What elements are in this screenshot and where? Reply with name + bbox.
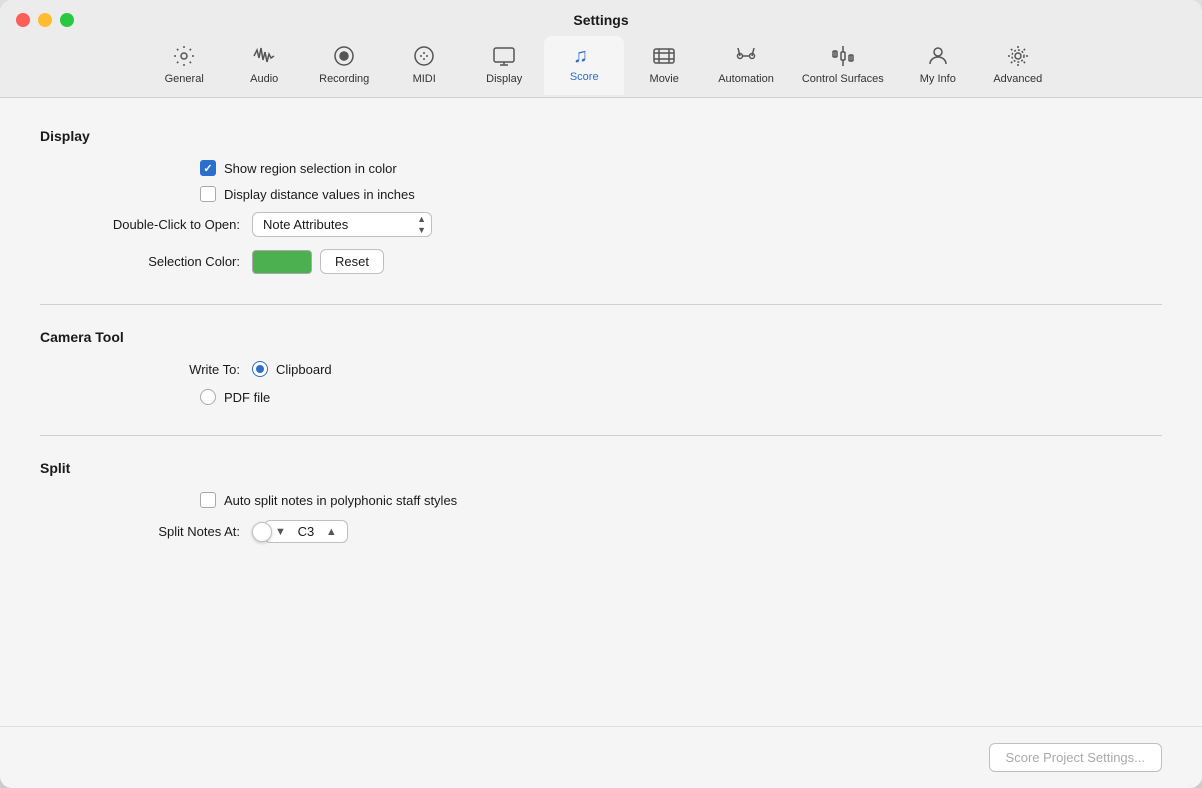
gear-icon: [172, 44, 196, 68]
auto-split-checkbox[interactable]: [200, 492, 216, 508]
divider-2: [40, 435, 1162, 436]
selection-color-row: Selection Color: Reset: [40, 249, 1162, 274]
tab-audio[interactable]: Audio: [224, 36, 304, 95]
tab-score-label: Score: [570, 71, 599, 83]
score-icon: ♫: [571, 44, 597, 66]
split-notes-row: Split Notes At: ▼ C3 ▲: [40, 520, 1162, 543]
display-section-title: Display: [40, 128, 1162, 144]
tab-movie-label: Movie: [650, 73, 679, 85]
my-info-icon: [926, 44, 950, 68]
clipboard-radio-row: Clipboard: [252, 361, 332, 377]
split-stepper: ▼ C3 ▲: [264, 520, 348, 543]
tab-automation-label: Automation: [718, 73, 774, 85]
stepper-value: C3: [294, 524, 318, 539]
tab-control-surfaces[interactable]: Control Surfaces: [788, 36, 898, 95]
tab-midi[interactable]: MIDI: [384, 36, 464, 95]
split-slider-container: ▼ C3 ▲: [252, 520, 348, 543]
advanced-icon: [1006, 44, 1030, 68]
display-icon: [492, 44, 516, 68]
tab-advanced[interactable]: Advanced: [978, 36, 1058, 95]
pdf-label: PDF file: [224, 390, 270, 405]
tab-display-label: Display: [486, 73, 522, 85]
split-section-title: Split: [40, 460, 1162, 476]
recording-icon: [332, 44, 356, 68]
clipboard-radio[interactable]: [252, 361, 268, 377]
auto-split-label: Auto split notes in polyphonic staff sty…: [224, 493, 457, 508]
window-title: Settings: [16, 12, 1186, 28]
reset-button[interactable]: Reset: [320, 249, 384, 274]
audio-icon: [252, 44, 276, 68]
tab-display[interactable]: Display: [464, 36, 544, 95]
pdf-radio-row: PDF file: [40, 389, 1162, 405]
tab-general[interactable]: General: [144, 36, 224, 95]
show-region-color-row: Show region selection in color: [40, 160, 1162, 176]
tab-score[interactable]: ♫ Score: [544, 36, 624, 95]
toolbar: General Audio Recordi: [16, 36, 1186, 97]
tab-my-info[interactable]: My Info: [898, 36, 978, 95]
project-settings-button[interactable]: Score Project Settings...: [989, 743, 1162, 772]
write-to-row: Write To: Clipboard: [40, 361, 1162, 377]
tab-my-info-label: My Info: [920, 73, 956, 85]
tab-control-surfaces-label: Control Surfaces: [802, 73, 884, 85]
double-click-row: Double-Click to Open: Note Attributes Ev…: [40, 212, 1162, 237]
footer: Score Project Settings...: [0, 726, 1202, 788]
double-click-select-wrapper: Note Attributes Event Editor Piano Roll …: [252, 212, 432, 237]
color-swatch[interactable]: [252, 250, 312, 274]
settings-window: Settings General: [0, 0, 1202, 788]
display-distance-label: Display distance values in inches: [224, 187, 415, 202]
camera-tool-section: Camera Tool Write To: Clipboard PDF file: [40, 329, 1162, 405]
svg-text:♫: ♫: [573, 45, 588, 66]
movie-icon: [652, 44, 676, 68]
camera-tool-title: Camera Tool: [40, 329, 1162, 345]
display-section: Display Show region selection in color D…: [40, 128, 1162, 274]
stepper-up-button[interactable]: ▲: [324, 526, 339, 538]
tab-recording[interactable]: Recording: [304, 36, 384, 95]
maximize-button[interactable]: [60, 13, 74, 27]
automation-icon: [734, 44, 758, 68]
double-click-label: Double-Click to Open:: [40, 217, 240, 232]
title-bar: Settings General: [0, 0, 1202, 98]
tab-recording-label: Recording: [319, 73, 369, 85]
clipboard-label: Clipboard: [276, 362, 332, 377]
split-section: Split Auto split notes in polyphonic sta…: [40, 460, 1162, 543]
tab-advanced-label: Advanced: [993, 73, 1042, 85]
display-distance-row: Display distance values in inches: [40, 186, 1162, 202]
tab-automation[interactable]: Automation: [704, 36, 788, 95]
close-button[interactable]: [16, 13, 30, 27]
display-distance-checkbox[interactable]: [200, 186, 216, 202]
show-region-color-label: Show region selection in color: [224, 161, 397, 176]
double-click-select[interactable]: Note Attributes Event Editor Piano Roll: [252, 212, 432, 237]
minimize-button[interactable]: [38, 13, 52, 27]
midi-icon: [412, 44, 436, 68]
tab-midi-label: MIDI: [413, 73, 436, 85]
pdf-radio[interactable]: [200, 389, 216, 405]
stepper-down-button[interactable]: ▼: [273, 526, 288, 538]
show-region-color-checkbox[interactable]: [200, 160, 216, 176]
auto-split-row: Auto split notes in polyphonic staff sty…: [40, 492, 1162, 508]
write-to-label: Write To:: [40, 362, 240, 377]
tab-general-label: General: [165, 73, 204, 85]
control-surfaces-icon: [831, 44, 855, 68]
window-controls: [16, 13, 74, 27]
divider-1: [40, 304, 1162, 305]
split-slider-thumb[interactable]: [252, 522, 272, 542]
split-notes-label: Split Notes At:: [40, 524, 240, 539]
tab-movie[interactable]: Movie: [624, 36, 704, 95]
selection-color-label: Selection Color:: [40, 254, 240, 269]
content-area: Display Show region selection in color D…: [0, 98, 1202, 726]
tab-audio-label: Audio: [250, 73, 278, 85]
